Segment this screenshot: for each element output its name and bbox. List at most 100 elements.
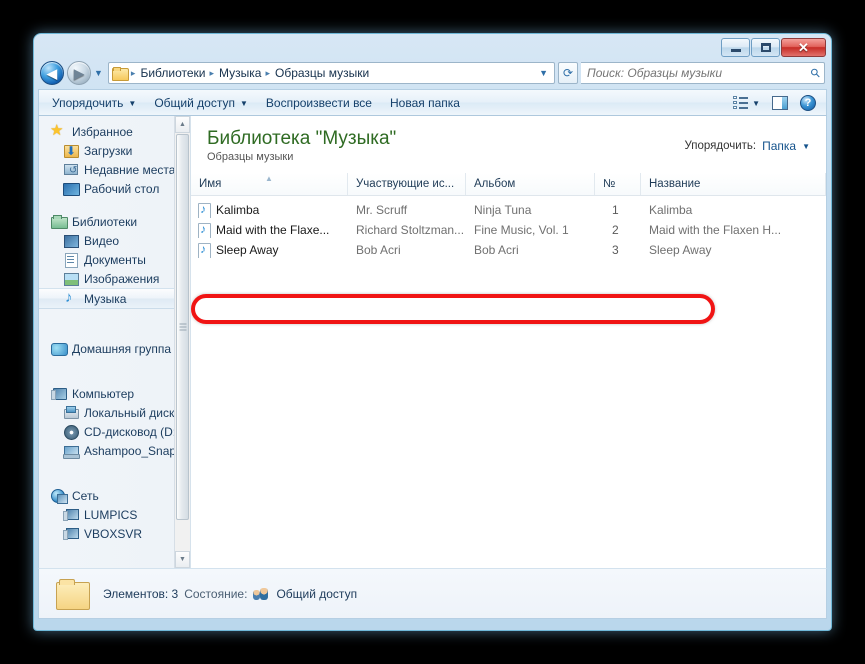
shared-users-icon <box>253 587 270 601</box>
breadcrumb-separator: ▸ <box>265 67 270 78</box>
organize-label: Упорядочить <box>52 95 124 110</box>
cell-track: 1 <box>612 203 619 217</box>
breadcrumb-item-sample-music[interactable]: Образцы музыки <box>272 66 372 80</box>
forward-button[interactable]: ▶ <box>67 61 91 85</box>
close-button[interactable]: ✕ <box>781 38 826 57</box>
cell-album: Bob Acri <box>474 243 519 257</box>
column-header-contributing-artists[interactable]: Участвующие ис... <box>348 173 466 195</box>
sidebar-item-cd-drive[interactable]: CD-дисковод (D: <box>39 422 190 441</box>
cell-track: 2 <box>612 223 619 237</box>
state-label: Состояние: <box>184 586 248 601</box>
sidebar-item-local-disk[interactable]: Локальный диск <box>39 403 190 422</box>
minimize-button[interactable] <box>721 38 750 57</box>
video-library-icon <box>63 233 79 249</box>
sidebar-item-label: Локальный диск <box>84 405 175 420</box>
sidebar-item-label: Библиотеки <box>72 214 138 229</box>
desktop-icon <box>63 181 80 197</box>
computer-node-icon <box>63 507 79 523</box>
table-row[interactable]: Kalimba Mr. Scruff Ninja Tuna 1 Kalimba <box>191 200 826 220</box>
sidebar-item-lumpics[interactable]: LUMPICS <box>39 505 190 524</box>
table-row[interactable]: Sleep Away Bob Acri Bob Acri 3 Sleep Awa… <box>191 240 826 260</box>
new-folder-label: Новая папка <box>389 95 460 110</box>
navigation-pane-scrollbar[interactable]: ▲ ▼ <box>174 116 190 568</box>
column-header-track-number[interactable]: № <box>595 173 641 195</box>
cell-artist: Mr. Scruff <box>356 203 408 217</box>
table-row[interactable]: Maid with the Flaxe... Richard Stoltzman… <box>191 220 826 240</box>
sidebar-item-desktop[interactable]: Рабочий стол <box>39 179 190 198</box>
arrange-by-value[interactable]: Папка <box>762 139 796 153</box>
cell-name: Kalimba <box>191 202 348 218</box>
sidebar-item-label: Рабочий стол <box>84 181 160 196</box>
sidebar-item-downloads[interactable]: Загрузки <box>39 141 190 160</box>
minimize-icon <box>730 48 741 52</box>
column-header-name[interactable]: ▲ Имя <box>191 173 348 195</box>
breadcrumb-item-libraries[interactable]: Библиотеки <box>137 66 208 80</box>
arrange-by-control[interactable]: Упорядочить: Папка ▼ <box>684 128 810 153</box>
new-folder-button[interactable]: Новая папка <box>381 93 469 113</box>
breadcrumb-item-music[interactable]: Музыка <box>216 66 264 80</box>
cell-artist: Richard Stoltzman... <box>356 223 465 237</box>
sidebar-item-recent-places[interactable]: Недавние места <box>39 160 190 179</box>
view-list-icon <box>733 96 749 109</box>
sidebar-item-homegroup[interactable]: Домашняя группа <box>39 339 190 358</box>
hard-drive-icon <box>63 405 79 421</box>
sidebar-item-documents[interactable]: Документы <box>39 250 190 269</box>
item-count-label: Элементов: 3 <box>103 586 179 601</box>
maximize-button[interactable] <box>751 38 780 57</box>
address-dropdown-icon[interactable]: ▼ <box>534 68 553 78</box>
file-list: Kalimba Mr. Scruff Ninja Tuna 1 Kalimba … <box>191 196 826 260</box>
back-arrow-icon: ◀ <box>47 65 57 81</box>
sidebar-item-video[interactable]: Видео <box>39 231 190 250</box>
sidebar-item-vboxsvr[interactable]: VBOXSVR <box>39 524 190 543</box>
scroll-down-button[interactable]: ▼ <box>175 551 190 568</box>
play-all-button[interactable]: Воспроизвести все <box>257 93 381 113</box>
sidebar-item-ashampoo-snap[interactable]: Ashampoo_Snap <box>39 441 190 460</box>
address-path-box[interactable]: ▸ Библиотеки ▸ Музыка ▸ Образцы музыки ▼ <box>107 62 555 84</box>
preview-pane-icon <box>772 95 788 110</box>
column-header-label: № <box>603 178 616 190</box>
change-view-button[interactable]: ▼ <box>727 94 766 111</box>
sidebar-item-computer[interactable]: Компьютер <box>39 384 190 403</box>
history-dropdown-icon[interactable]: ▼ <box>94 68 103 78</box>
cell-artist: Bob Acri <box>356 243 401 257</box>
share-button[interactable]: Общий доступ ▼ <box>145 93 257 113</box>
column-header-title[interactable]: Название <box>641 173 826 195</box>
sidebar-item-label: Документы <box>84 252 146 267</box>
chevron-down-icon: ▼ <box>752 99 760 108</box>
search-box[interactable]: ⚲ <box>581 62 825 84</box>
sidebar-item-pictures[interactable]: Изображения <box>39 269 190 288</box>
sidebar-group-network: Сеть LUMPICS VBOXSVR <box>39 486 190 543</box>
cell-album: Fine Music, Vol. 1 <box>474 223 569 237</box>
help-button[interactable]: ? <box>794 93 822 113</box>
cell-name: Maid with the Flaxe... <box>191 222 348 238</box>
network-drive-icon <box>63 443 80 459</box>
command-toolbar: Упорядочить ▼ Общий доступ ▼ Воспроизвес… <box>38 89 827 116</box>
refresh-button[interactable]: ⟳ <box>558 62 578 84</box>
column-header-label: Альбом <box>474 178 516 190</box>
sidebar-item-favorites[interactable]: Избранное <box>39 122 190 141</box>
close-icon: ✕ <box>798 39 809 55</box>
file-name: Maid with the Flaxe... <box>216 223 330 237</box>
column-header-album[interactable]: Альбом <box>466 173 595 195</box>
sidebar-item-libraries[interactable]: Библиотеки <box>39 212 190 231</box>
cell-title: Maid with the Flaxen H... <box>649 223 782 237</box>
sidebar-item-network[interactable]: Сеть <box>39 486 190 505</box>
scrollbar-thumb[interactable] <box>176 134 189 520</box>
sidebar-group-homegroup: Домашняя группа <box>39 339 190 358</box>
organize-button[interactable]: Упорядочить ▼ <box>43 93 145 113</box>
sidebar-item-label: Сеть <box>72 488 99 503</box>
back-button[interactable]: ◀ <box>40 61 64 85</box>
preview-pane-button[interactable] <box>766 94 794 112</box>
sidebar-item-label: Загрузки <box>84 143 133 158</box>
search-input[interactable] <box>587 66 812 80</box>
sidebar-item-label: Избранное <box>72 124 133 139</box>
documents-library-icon <box>63 252 79 268</box>
sidebar-item-music[interactable]: Музыка <box>39 288 190 309</box>
pictures-library-icon <box>63 271 79 287</box>
scroll-up-button[interactable]: ▲ <box>175 116 190 133</box>
scrollbar-grip-icon <box>179 323 186 331</box>
downloads-icon <box>63 143 79 159</box>
column-header-label: Участвующие ис... <box>356 178 455 190</box>
